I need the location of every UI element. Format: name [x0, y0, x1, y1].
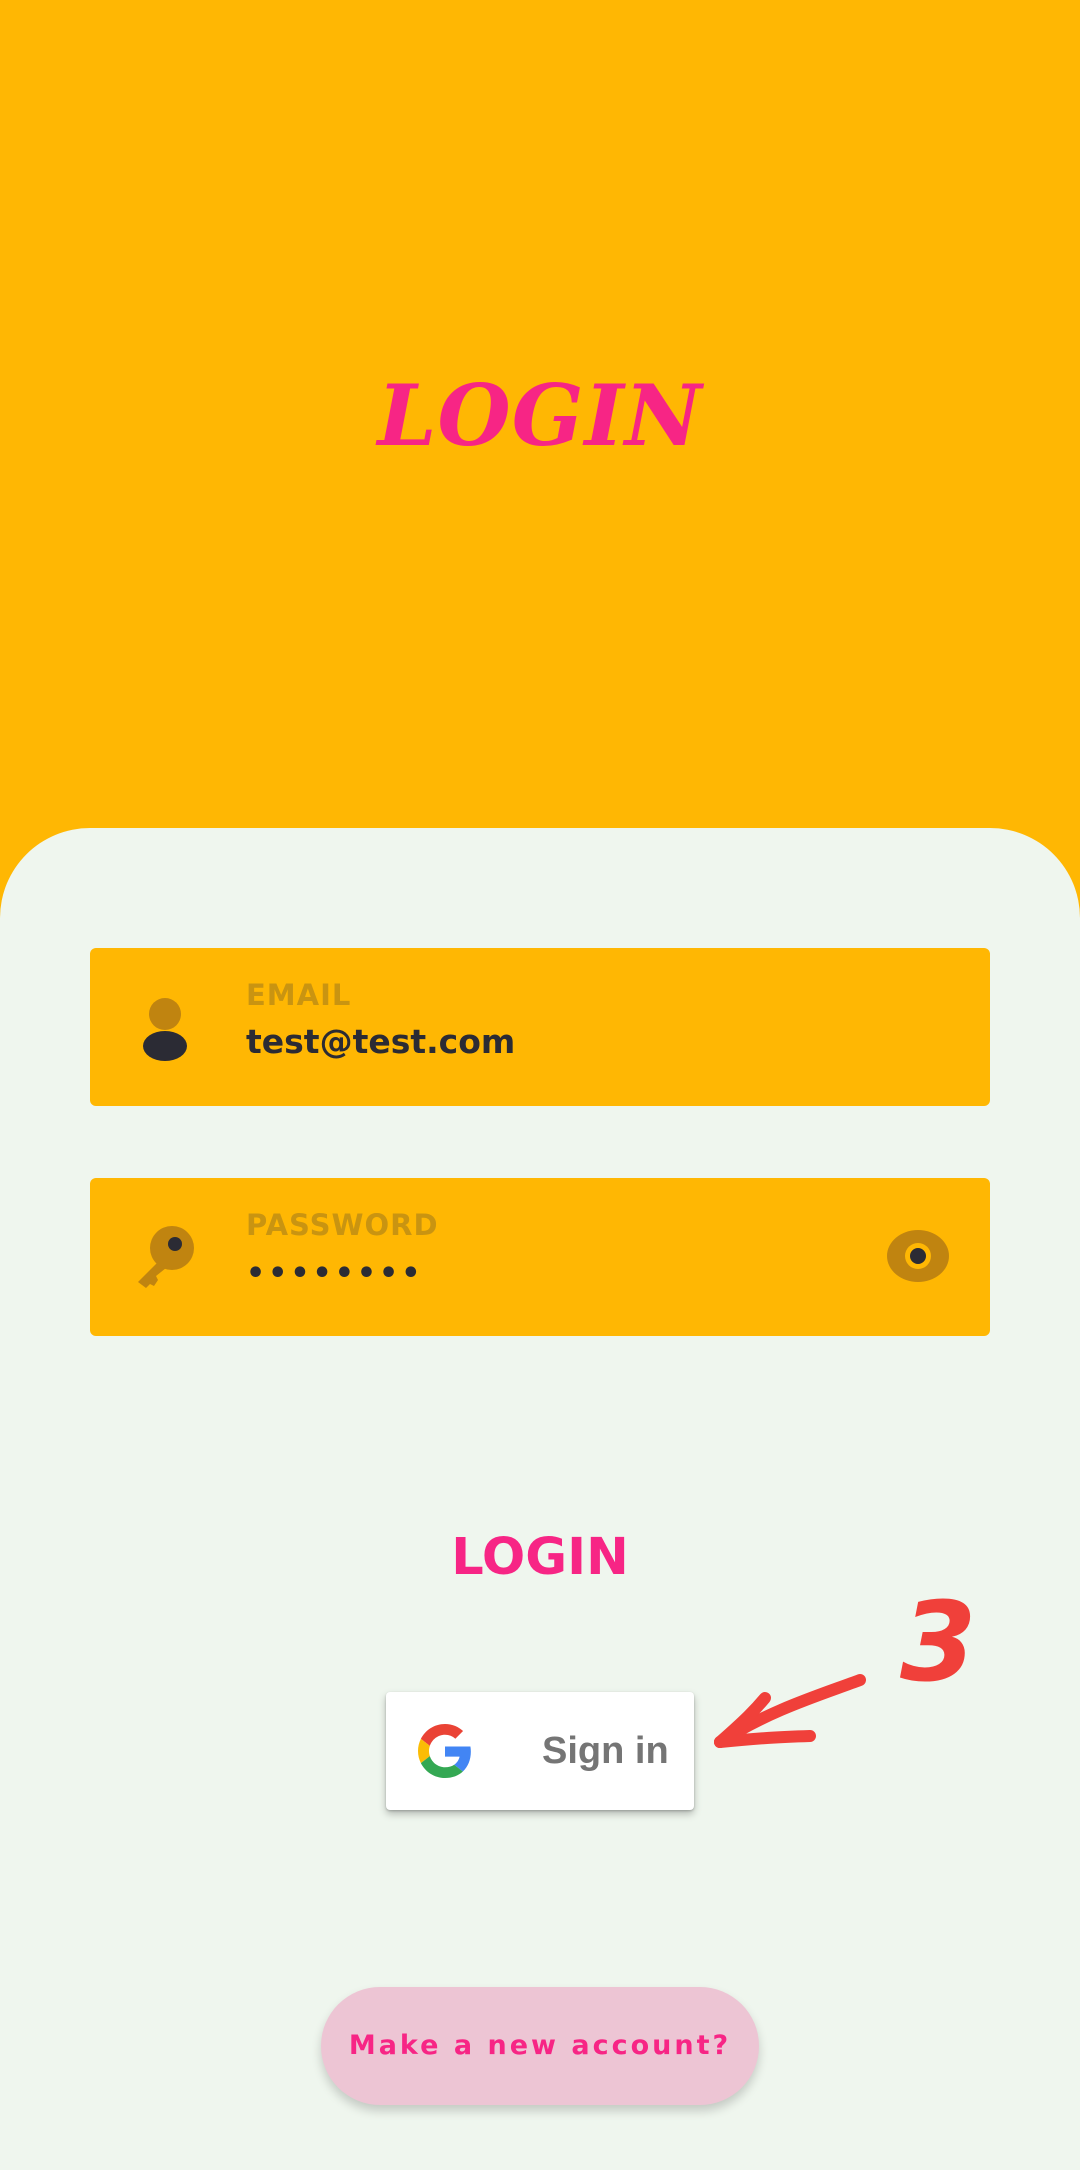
email-label: EMAIL	[246, 978, 352, 1012]
login-screen: LOGIN EMAIL test@test.com PASSWORD •••••…	[0, 0, 1080, 2170]
password-value[interactable]: ••••••••	[246, 1256, 423, 1291]
email-field[interactable]: EMAIL test@test.com	[90, 948, 990, 1106]
page-title: LOGIN	[377, 366, 703, 465]
email-value[interactable]: test@test.com	[246, 1022, 515, 1061]
google-sign-in-label: Sign in	[542, 1730, 669, 1772]
annotation-arrow-icon: 3	[714, 1578, 977, 1748]
google-sign-in-button[interactable]: Sign in	[386, 1692, 694, 1810]
google-logo-icon	[418, 1724, 471, 1778]
annotation-number: 3	[900, 1578, 977, 1706]
eye-icon[interactable]	[886, 1228, 950, 1284]
key-icon	[138, 1226, 194, 1288]
password-field[interactable]: PASSWORD ••••••••	[90, 1178, 990, 1336]
person-icon	[143, 998, 187, 1061]
header-panel: LOGIN	[0, 0, 1080, 828]
password-label: PASSWORD	[246, 1208, 439, 1242]
new-account-button[interactable]: Make a new account?	[321, 1987, 759, 2105]
